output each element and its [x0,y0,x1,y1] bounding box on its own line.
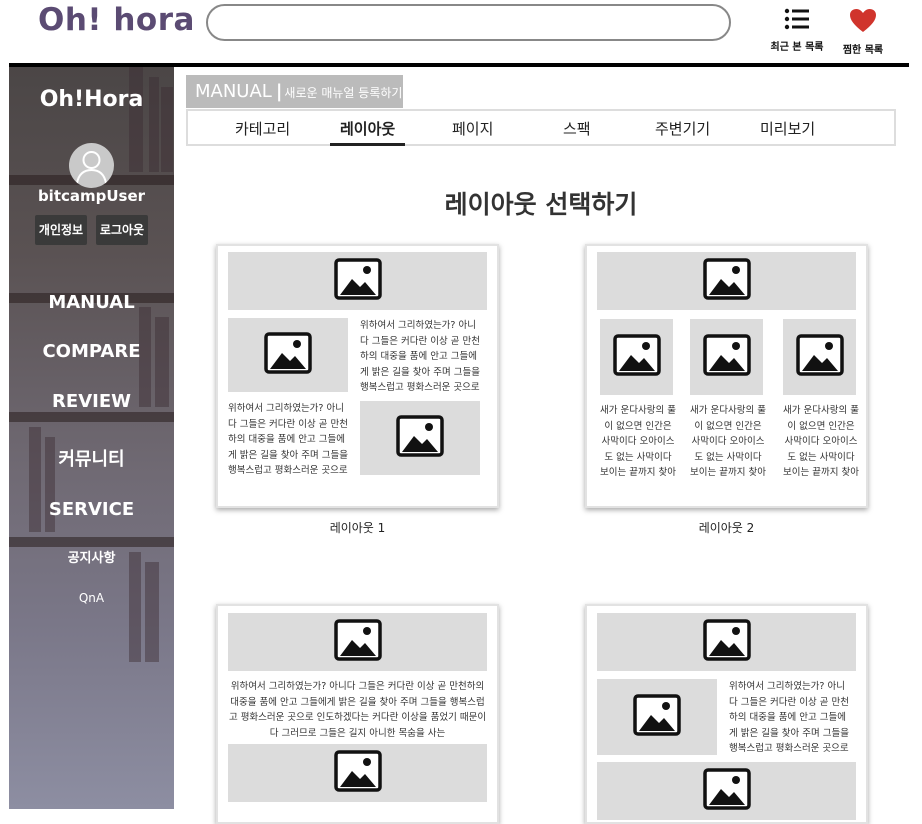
image-icon [333,750,382,796]
layout-card-4[interactable]: 위하여서 그리하였는가? 아니다 그들은 커다란 이상 곧 만천하의 대중을 품… [585,604,868,824]
favorites-button[interactable]: 찜한 목록 [828,8,898,56]
user-icon [76,151,107,184]
image-placeholder [228,613,487,671]
image-placeholder [690,319,763,395]
layout-text-block: 새가 운다사랑의 풀이 없으면 인간은 사막이다 오아이스도 없는 사막이다 보… [600,405,676,483]
layout-label-2: 레이아웃 2 [698,521,755,535]
tab-layout[interactable]: 레이아웃 [340,118,395,139]
title-separator: | [275,81,283,102]
sidebar-item-manual[interactable]: MANUAL [9,292,174,313]
sidebar-brand[interactable]: Oh!Hora [9,87,174,112]
tab-category[interactable]: 카테고리 [235,118,290,139]
site-logo[interactable]: Oh! hora [38,2,195,38]
favorites-label: 찜한 목록 [842,45,884,56]
book-decor [129,552,141,662]
tab-peripherals[interactable]: 주변기기 [655,118,710,139]
avatar [69,143,114,188]
sidebar-item-service[interactable]: SERVICE [9,499,174,520]
image-icon [264,332,312,378]
layout-card-1[interactable]: 위하여서 그리하였는가? 아니다 그들은 커다란 이상 곧 만천하의 대중을 품… [216,244,499,508]
image-icon [633,694,681,740]
image-icon [795,334,844,380]
recent-list-label: 최근 본 목록 [770,42,824,53]
profile-button[interactable]: 개인정보 [35,215,87,245]
book-decor [129,67,143,172]
tab-preview[interactable]: 미리보기 [760,118,815,139]
layout-card-3[interactable]: 위하여서 그리하였는가? 아니다 그들은 커다란 이상 곧 만천하의 대중을 품… [216,604,499,824]
image-icon [702,768,751,814]
image-placeholder [597,762,856,820]
heart-icon [850,9,876,32]
logout-button[interactable]: 로그아웃 [96,215,148,245]
image-placeholder [597,252,856,310]
book-decor [145,562,159,662]
bookshelf-decor [9,537,174,547]
section-title: MANUAL [195,81,272,102]
username: bitcampUser [37,187,146,205]
step-tabs: 카테고리 레이아웃 페이지 스팩 주변기기 미리보기 [186,109,896,146]
image-placeholder [228,318,348,392]
image-icon [612,334,661,380]
layout-text-block: 위하여서 그리하였는가? 아니다 그들은 커다란 이상 곧 만천하의 대중을 품… [228,403,348,476]
sidebar-item-review[interactable]: REVIEW [9,391,174,412]
image-icon [702,334,751,380]
image-placeholder [597,679,717,755]
image-placeholder [360,401,480,475]
layout-card-2[interactable]: 새가 운다사랑의 풀이 없으면 인간은 사막이다 오아이스도 없는 사막이다 보… [585,244,868,508]
sidebar-item-community[interactable]: 커뮤니티 [9,445,174,471]
layout-text-block: 위하여서 그리하였는가? 아니다 그들은 커다란 이상 곧 만천하의 대중을 품… [360,320,480,392]
sidebar-item-compare[interactable]: COMPARE [9,341,174,362]
image-icon [333,258,382,304]
layout-label-1: 레이아웃 1 [329,521,386,535]
section-subtitle: 새로운 매뉴얼 등록하기 [284,86,403,100]
tab-spec[interactable]: 스팩 [563,118,591,139]
image-placeholder [228,252,487,310]
sidebar: Oh!Hora bitcampUser 개인정보 로그아웃 MANUAL COM… [9,67,174,809]
recent-list-button[interactable]: 최근 본 목록 [762,8,832,53]
active-tab-indicator [330,143,405,146]
top-header: Oh! hora 최근 본 목록 찜한 목록 [0,0,922,64]
image-icon [702,619,751,665]
section-title-box: MANUAL | 새로운 매뉴얼 등록하기 [186,75,403,108]
layout-text-block: 위하여서 그리하였는가? 아니다 그들은 커다란 이상 곧 만천하의 대중을 품… [729,681,849,754]
bookshelf-decor [9,412,174,422]
tab-page[interactable]: 페이지 [452,118,493,139]
page-heading: 레이아웃 선택하기 [444,190,638,219]
search-input[interactable] [206,4,731,41]
image-placeholder [600,319,673,395]
image-placeholder [783,319,856,395]
image-placeholder [597,613,856,671]
sidebar-subitem-qna[interactable]: QnA [9,591,174,605]
image-icon [333,619,382,665]
image-placeholder [228,744,487,802]
image-icon [702,258,751,304]
layout-text-block: 위하여서 그리하였는가? 아니다 그들은 커다란 이상 곧 만천하의 대중을 품… [228,681,487,737]
layout-text-block: 새가 운다사랑의 풀이 없으면 인간은 사막이다 오아이스도 없는 사막이다 보… [783,405,859,483]
sidebar-subitem-notice[interactable]: 공지사항 [9,547,174,566]
image-icon [396,415,444,461]
list-icon [784,8,809,30]
layout-text-block: 새가 운다사랑의 풀이 없으면 인간은 사막이다 오아이스도 없는 사막이다 보… [690,405,766,483]
